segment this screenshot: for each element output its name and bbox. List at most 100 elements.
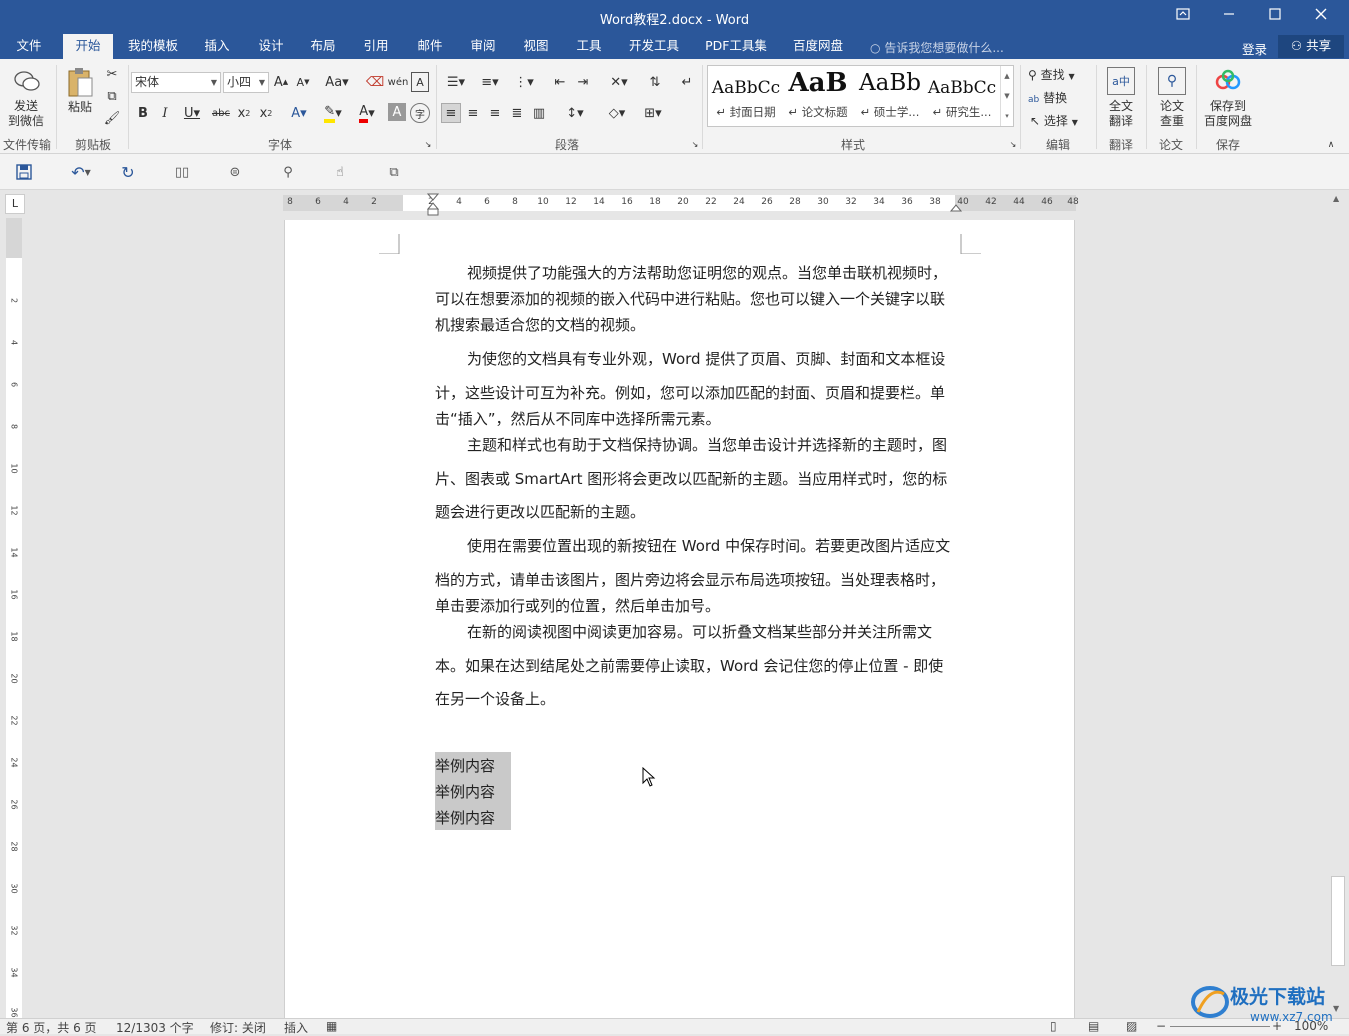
tab-references[interactable]: 引用 bbox=[355, 34, 397, 59]
insert-mode[interactable]: 插入 bbox=[284, 1019, 308, 1036]
replace-button[interactable]: ab 替换 bbox=[1028, 89, 1067, 106]
paper-check-button[interactable]: 论文 查重 bbox=[1152, 99, 1192, 129]
enclose-character-icon[interactable]: 字 bbox=[410, 103, 430, 123]
send-wechat-button[interactable]: 发送 到微信 bbox=[4, 99, 48, 129]
share-button[interactable]: ⚇ 共享 bbox=[1278, 35, 1344, 58]
paste-icon[interactable] bbox=[64, 65, 96, 99]
web-view-icon[interactable]: ▨ bbox=[1126, 1019, 1137, 1033]
wechat-icon[interactable] bbox=[12, 67, 42, 95]
subscript-icon[interactable]: x2 bbox=[234, 103, 254, 123]
cut-icon[interactable]: ✂ bbox=[102, 65, 122, 83]
style-graduate[interactable]: AaBbCc ↵ 研究生... bbox=[926, 66, 998, 126]
bold-icon[interactable]: B bbox=[134, 103, 152, 123]
character-shading-icon[interactable]: A bbox=[388, 103, 406, 121]
tab-home[interactable]: 开始 bbox=[63, 34, 113, 59]
style-cover-date[interactable]: AaBbCc ↵ 封面日期 bbox=[710, 66, 782, 126]
strikethrough-icon[interactable]: abc bbox=[210, 103, 232, 123]
horizontal-ruler[interactable]: 8 6 4 2 2 4 6 8 10 12 14 16 18 20 22 24 … bbox=[283, 193, 1079, 216]
redo-icon[interactable]: ↻ bbox=[118, 162, 138, 182]
page-count[interactable]: 第 6 页，共 6 页 bbox=[6, 1019, 97, 1036]
show-marks-icon[interactable]: ↵ bbox=[677, 72, 697, 92]
minimize-button[interactable] bbox=[1206, 0, 1252, 34]
bullets-icon[interactable]: ☰▾ bbox=[441, 72, 471, 92]
tab-pdf-tools[interactable]: PDF工具集 bbox=[700, 34, 772, 59]
scroll-up-icon[interactable]: ▲ bbox=[1333, 194, 1339, 203]
borders-icon[interactable]: ⊞▾ bbox=[637, 103, 669, 123]
align-center-icon[interactable]: ≡ bbox=[463, 103, 483, 123]
change-case-icon[interactable]: Aa▾ bbox=[322, 72, 352, 92]
print-layout-icon[interactable]: ▤ bbox=[1088, 1019, 1099, 1033]
align-right-icon[interactable]: ≡ bbox=[485, 103, 505, 123]
track-changes-status[interactable]: 修订: 关闭 bbox=[210, 1019, 266, 1036]
superscript-icon[interactable]: x2 bbox=[256, 103, 276, 123]
tab-selector[interactable]: L bbox=[5, 194, 25, 214]
scrollbar-thumb[interactable] bbox=[1331, 876, 1345, 966]
document-page[interactable] bbox=[284, 220, 1075, 1020]
tab-tools[interactable]: 工具 bbox=[568, 34, 610, 59]
undo-icon[interactable]: ↶ ▼ bbox=[64, 162, 98, 182]
word-count[interactable]: 12/1303 个字 bbox=[116, 1019, 194, 1036]
tab-my-templates[interactable]: 我的模板 bbox=[122, 34, 184, 59]
font-size-combo[interactable]: 小四 ▼ bbox=[223, 72, 269, 93]
maximize-button[interactable] bbox=[1252, 0, 1298, 34]
tab-review[interactable]: 审阅 bbox=[462, 34, 504, 59]
tab-developer[interactable]: 开发工具 bbox=[622, 34, 686, 59]
copy-icon[interactable]: ⧉ bbox=[102, 87, 122, 105]
tab-mailings[interactable]: 邮件 bbox=[409, 34, 451, 59]
customize-qat-icon[interactable]: ⧉ bbox=[384, 162, 404, 182]
tab-view[interactable]: 视图 bbox=[515, 34, 557, 59]
decrease-indent-icon[interactable]: ⇤ bbox=[550, 72, 570, 92]
grow-font-icon[interactable]: A ▲ bbox=[272, 72, 290, 92]
highlight-icon[interactable]: ✎ ▾ bbox=[318, 103, 348, 123]
justify-icon[interactable]: ≣ bbox=[507, 103, 527, 123]
tab-layout[interactable]: 布局 bbox=[302, 34, 344, 59]
clear-format-icon[interactable]: ⌫ bbox=[366, 72, 384, 92]
tab-design[interactable]: 设计 bbox=[250, 34, 292, 59]
underline-icon[interactable]: U▾ bbox=[178, 103, 206, 123]
select-button[interactable]: ↖ 选择 ▼ bbox=[1030, 112, 1078, 129]
read-view-icon[interactable]: ▯ bbox=[1050, 1019, 1057, 1033]
read-mode-icon[interactable]: ▯▯ bbox=[172, 162, 192, 182]
shading-icon[interactable]: ◇▾ bbox=[601, 103, 633, 123]
multilevel-list-icon[interactable]: ⋮▾ bbox=[509, 72, 539, 92]
vertical-ruler[interactable]: 2 4 6 8 10 12 14 16 18 20 22 24 26 28 30… bbox=[6, 218, 22, 1018]
close-button[interactable] bbox=[1298, 0, 1344, 34]
italic-icon[interactable]: I bbox=[156, 103, 174, 123]
line-spacing-icon[interactable]: ↕▾ bbox=[559, 103, 591, 123]
tab-file[interactable]: 文件 bbox=[6, 34, 52, 59]
styles-scroll[interactable]: ▲ ▼ ▾ bbox=[1000, 66, 1013, 126]
tab-insert[interactable]: 插入 bbox=[196, 34, 238, 59]
right-indent-marker[interactable] bbox=[950, 201, 962, 213]
zoom-out-icon[interactable]: − bbox=[1156, 1019, 1166, 1033]
pinyin-guide-icon[interactable]: wén bbox=[388, 72, 409, 92]
save-icon[interactable] bbox=[14, 162, 34, 182]
macro-icon[interactable]: ▦ bbox=[326, 1019, 337, 1033]
full-translate-button[interactable]: 全文 翻译 bbox=[1100, 99, 1142, 129]
paper-check-icon[interactable]: ⚲ bbox=[1158, 67, 1186, 95]
translate-icon[interactable]: a中 bbox=[1107, 67, 1135, 95]
style-master[interactable]: AaBb ↵ 硕士学... bbox=[854, 66, 926, 126]
font-name-combo[interactable]: 宋体 ▼ bbox=[131, 72, 221, 93]
touch-mode-icon[interactable]: ☝ bbox=[330, 162, 350, 182]
print-preview-icon[interactable]: ⚲ bbox=[278, 162, 298, 182]
ribbon-display-icon[interactable] bbox=[1160, 0, 1206, 34]
dialog-launcher-icon[interactable]: ↘ bbox=[1008, 139, 1018, 149]
baidu-cloud-icon[interactable] bbox=[1212, 67, 1244, 95]
style-paper-title[interactable]: AaB ↵ 论文标题 bbox=[782, 66, 854, 126]
selected-line[interactable]: 举例内容 bbox=[435, 781, 495, 802]
dialog-launcher-icon[interactable]: ↘ bbox=[690, 139, 700, 149]
increase-indent-icon[interactable]: ⇥ bbox=[573, 72, 593, 92]
text-effects-icon[interactable]: A▾ bbox=[284, 103, 314, 123]
format-painter-icon[interactable]: 🖌 bbox=[102, 109, 122, 127]
tab-baidu-pan[interactable]: 百度网盘 bbox=[786, 34, 850, 59]
selected-line[interactable]: 举例内容 bbox=[435, 807, 495, 828]
web-layout-icon[interactable]: ⊜ bbox=[224, 162, 246, 182]
save-baidu-button[interactable]: 保存到 百度网盘 bbox=[1200, 99, 1256, 129]
distributed-icon[interactable]: ▥ bbox=[529, 103, 549, 123]
login-link[interactable]: 登录 bbox=[1242, 39, 1267, 58]
align-left-icon[interactable]: ≡ bbox=[441, 103, 461, 123]
font-color-icon[interactable]: A ▾ bbox=[352, 103, 382, 123]
indent-marker[interactable] bbox=[427, 193, 439, 217]
selected-line[interactable]: 举例内容 bbox=[435, 755, 495, 776]
sort-icon[interactable]: ⇅ bbox=[645, 72, 665, 92]
